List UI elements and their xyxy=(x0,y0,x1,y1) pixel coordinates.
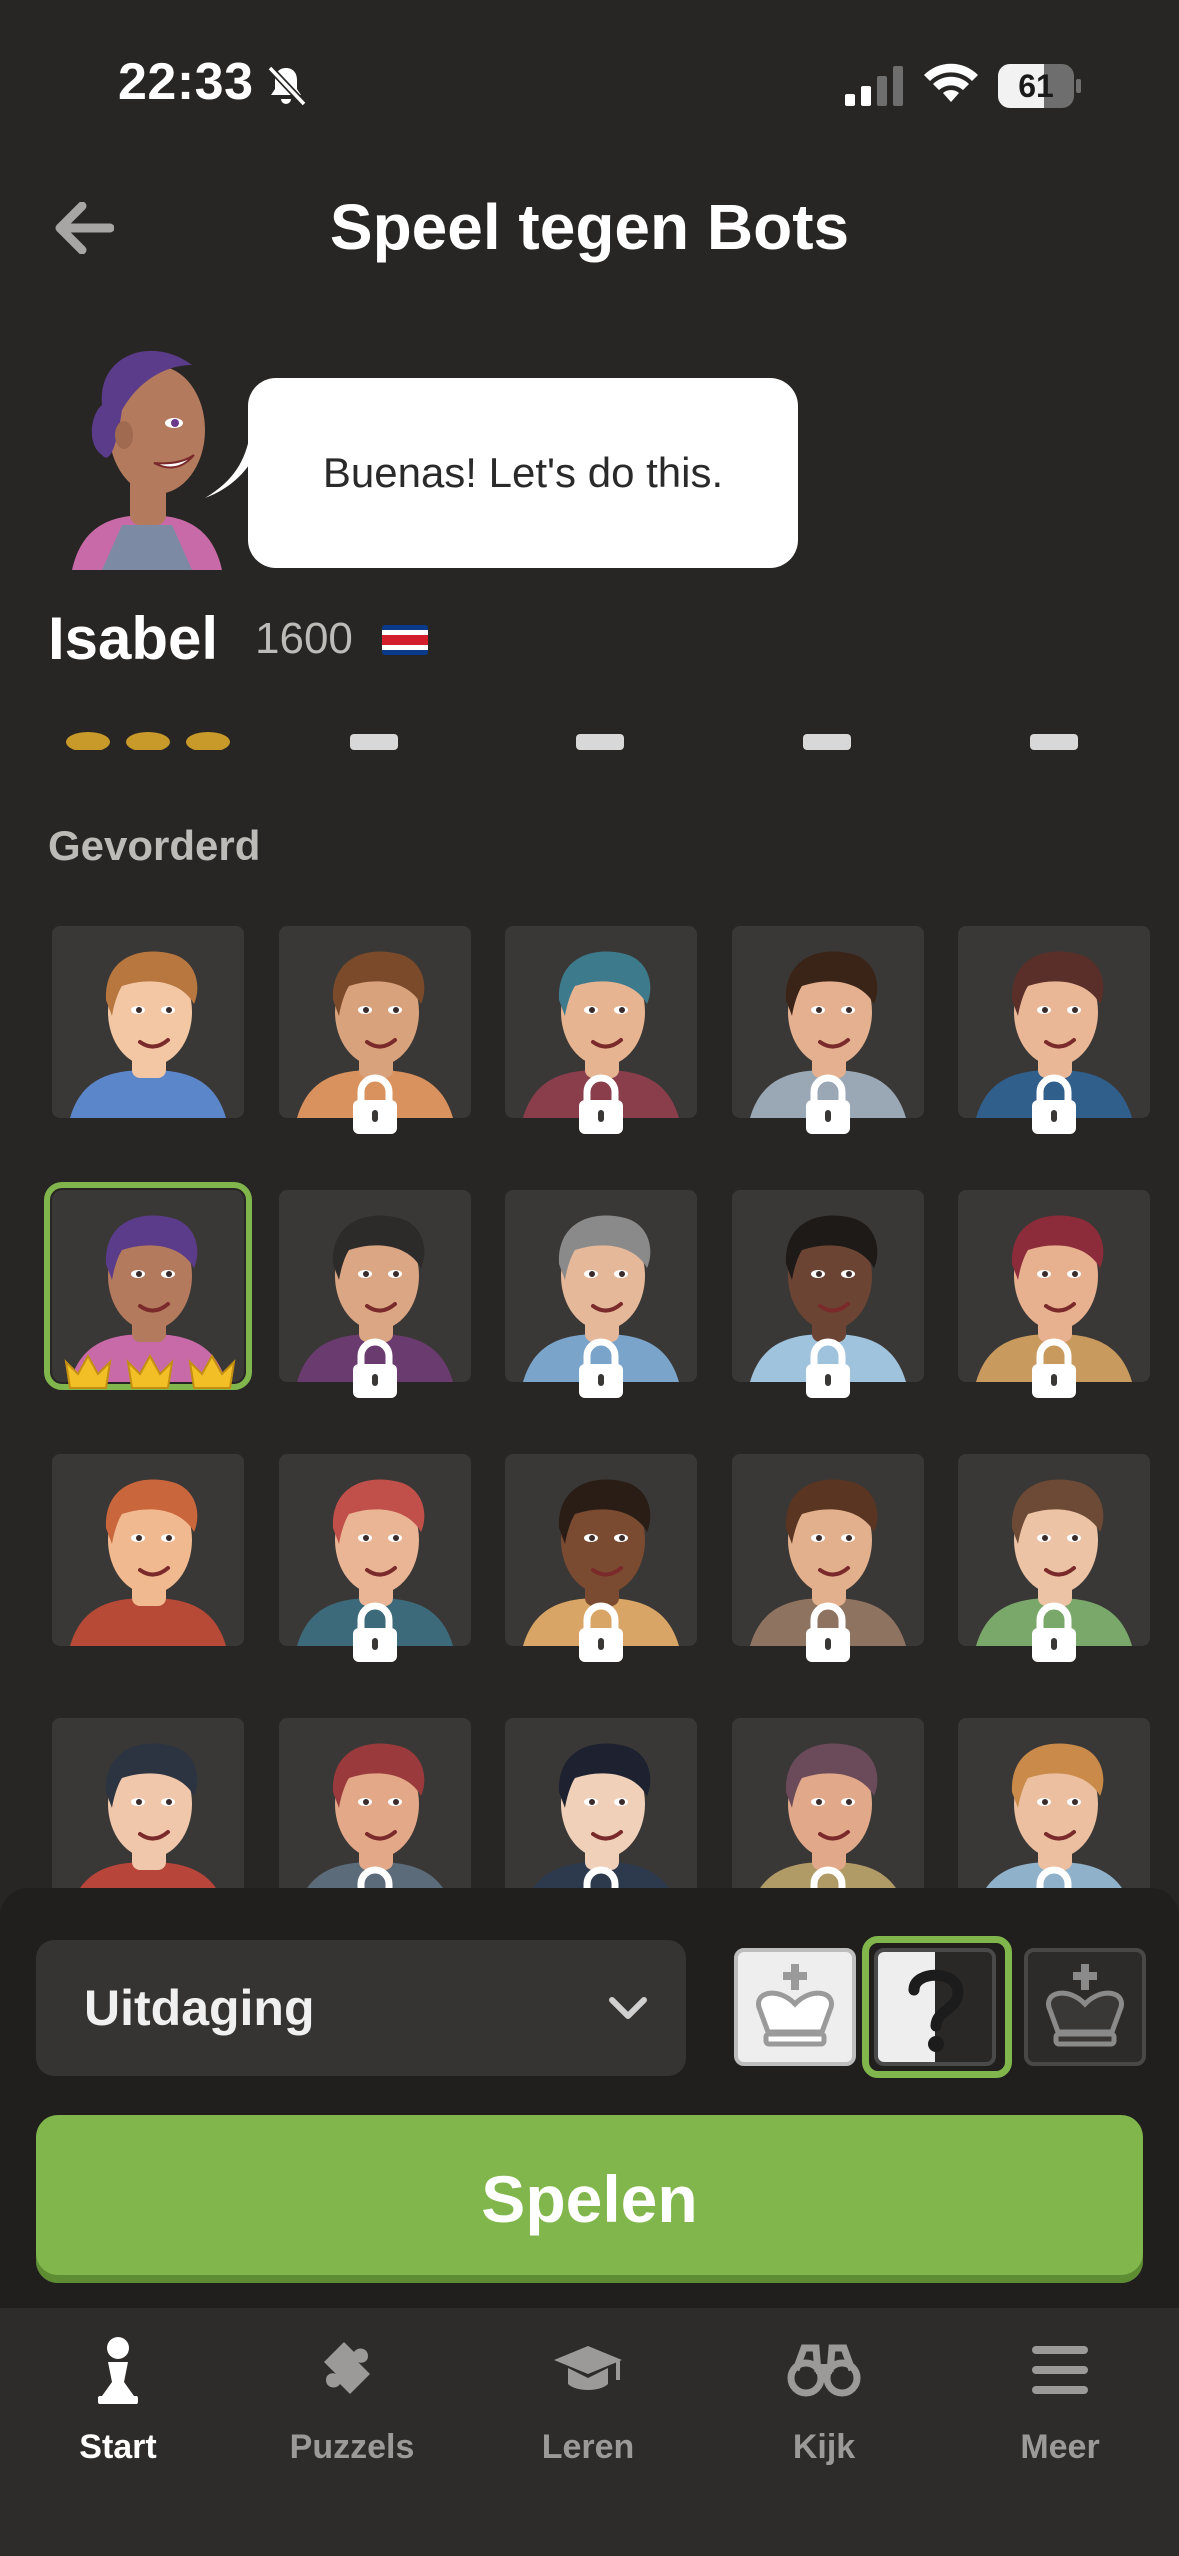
bot-tile[interactable] xyxy=(505,1190,697,1398)
bot-tile[interactable] xyxy=(958,1718,1150,1890)
bot-avatar xyxy=(984,1743,1124,1890)
lock-icon xyxy=(353,1602,397,1662)
menu-icon xyxy=(1032,2346,1088,2394)
bot-tile[interactable] xyxy=(279,1190,471,1398)
bots-grid-scroll[interactable]: Gevorderd xyxy=(0,700,1179,1890)
section-title: Gevorderd xyxy=(48,822,261,869)
lock-icon xyxy=(579,1074,623,1134)
bot-avatar xyxy=(70,951,226,1118)
bot-avatar xyxy=(305,1743,445,1890)
play-as-black-button[interactable] xyxy=(1024,1948,1146,2066)
lock-icon xyxy=(1032,1602,1076,1662)
white-king-icon xyxy=(756,1964,834,2047)
bot-name: Isabel xyxy=(48,605,219,672)
lock-icon xyxy=(806,1338,850,1398)
pawn-icon xyxy=(98,2337,138,2404)
bot-avatar xyxy=(758,1743,898,1890)
lock-icon xyxy=(579,1602,623,1662)
bot-tile[interactable] xyxy=(505,1718,697,1890)
battery-indicator: 61 xyxy=(998,64,1081,108)
bot-tile[interactable] xyxy=(52,1718,244,1890)
signal-icon xyxy=(845,66,903,106)
tab-label: Kijk xyxy=(792,2428,856,2466)
black-king-icon xyxy=(1046,1964,1124,2047)
lock-icon xyxy=(579,1338,623,1398)
bot-tile[interactable] xyxy=(279,926,471,1134)
status-bar: 22:33 61 xyxy=(0,0,1179,170)
lock-icon xyxy=(1036,1866,1072,1890)
lock-icon xyxy=(1032,1074,1076,1134)
lock-icon xyxy=(353,1074,397,1134)
costa-rica-flag-icon xyxy=(382,625,428,655)
lock-icon xyxy=(806,1602,850,1662)
puzzle-icon xyxy=(324,2342,370,2394)
mode-select-value: Uitdaging xyxy=(84,1980,315,2036)
bot-tile[interactable] xyxy=(958,1454,1150,1662)
bot-rating: 1600 xyxy=(255,614,353,663)
battery-percent: 61 xyxy=(1018,68,1054,104)
bot-tile[interactable] xyxy=(505,1454,697,1662)
status-time: 22:33 xyxy=(118,53,254,111)
lock-icon xyxy=(810,1866,846,1890)
chevron-down-icon xyxy=(609,1997,647,2019)
bot-tile[interactable] xyxy=(52,1454,244,1646)
tab-kijk[interactable]: Kijk xyxy=(724,2328,924,2478)
bot-tile[interactable] xyxy=(279,1718,471,1890)
bot-tile[interactable] xyxy=(732,1190,924,1398)
tab-label: Puzzels xyxy=(289,2428,415,2466)
binoculars-icon xyxy=(787,2344,861,2397)
tab-puzzels[interactable]: Puzzels xyxy=(252,2328,452,2478)
bot-tile[interactable] xyxy=(732,1718,924,1890)
lock-icon xyxy=(806,1074,850,1134)
previous-row-remnant xyxy=(66,732,1078,750)
bot-tile[interactable] xyxy=(732,1454,924,1662)
tab-label: Start xyxy=(79,2428,157,2466)
play-button[interactable]: Spelen xyxy=(36,2115,1143,2283)
bot-tile[interactable] xyxy=(279,1454,471,1662)
crowns-icon xyxy=(64,1353,236,1389)
tab-leren[interactable]: Leren xyxy=(488,2328,688,2478)
tab-label: Meer xyxy=(1020,2428,1100,2466)
tab-bar: Start Puzzels Leren Kijk Meer xyxy=(0,2308,1179,2556)
bot-avatar xyxy=(531,1743,671,1890)
lock-icon xyxy=(1032,1338,1076,1398)
graduation-cap-icon xyxy=(554,2346,622,2390)
lock-icon xyxy=(583,1866,619,1890)
tab-start[interactable]: Start xyxy=(18,2328,218,2478)
bot-greeting-bubble: Buenas! Let's do this. xyxy=(248,378,798,568)
bot-tile[interactable] xyxy=(44,1182,252,1390)
bot-avatar xyxy=(70,1479,226,1646)
page-title: Speel tegen Bots xyxy=(329,191,850,263)
bot-tile[interactable] xyxy=(958,1190,1150,1398)
play-as-white-button[interactable] xyxy=(734,1948,856,2066)
bot-tile[interactable] xyxy=(958,926,1150,1134)
mode-select[interactable]: Uitdaging xyxy=(36,1940,686,2076)
bot-avatar xyxy=(78,1743,218,1890)
bot-tile[interactable] xyxy=(52,926,244,1118)
bell-muted-icon xyxy=(267,65,307,107)
wifi-icon xyxy=(924,63,978,102)
tab-label: Leren xyxy=(541,2428,635,2466)
random-color-icon xyxy=(878,1952,992,2062)
tab-meer[interactable]: Meer xyxy=(960,2328,1160,2478)
bot-tile[interactable] xyxy=(505,926,697,1134)
bot-tile[interactable] xyxy=(732,926,924,1134)
play-as-random-button[interactable] xyxy=(874,1948,996,2066)
lock-icon xyxy=(357,1866,393,1890)
lock-icon xyxy=(353,1338,397,1398)
